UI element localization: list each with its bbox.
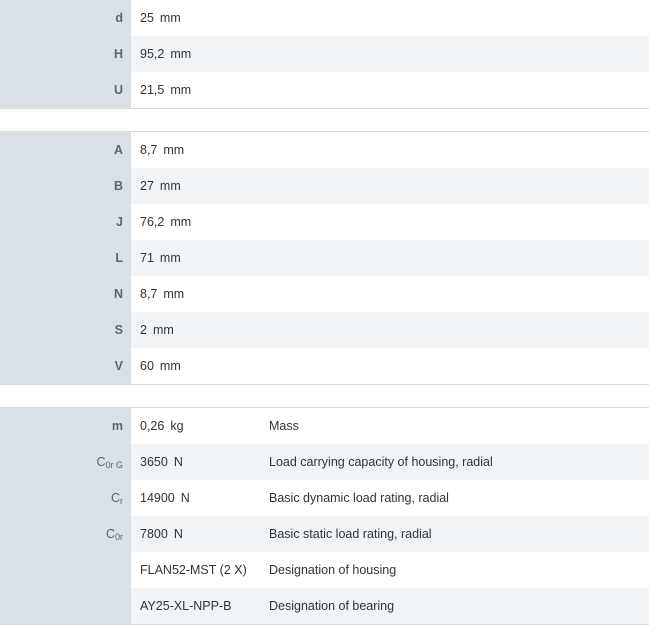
value-unit: kg [170, 419, 184, 433]
spec-symbol: L [0, 240, 131, 276]
spec-symbol: B [0, 168, 131, 204]
value-unit: mm [170, 215, 192, 229]
spec-description: Basic static load rating, radial [269, 527, 432, 541]
spec-row-H: H 95,2 mm [0, 36, 649, 72]
value-unit: N [173, 455, 183, 469]
spec-row-housing-designation: FLAN52-MST (2 X) Designation of housing [0, 552, 649, 588]
spec-symbol: Cr [0, 480, 131, 516]
specs-table: d 25 mm H 95,2 mm U 21,5 mm A 8,7 mm B 27 mm … [0, 0, 649, 625]
spec-row-A: A 8,7 mm [0, 132, 649, 168]
value-number: 7800 [140, 527, 168, 541]
symbol-main: C [96, 455, 106, 469]
spec-description: Mass [269, 419, 299, 433]
value-number: 8,7 [140, 287, 158, 301]
spec-value: 8,7 mm [131, 287, 262, 301]
symbol-subscript: 0r G [105, 460, 123, 470]
value-unit: N [180, 491, 190, 505]
spec-row-d: d 25 mm [0, 0, 649, 36]
spec-description: Designation of housing [269, 563, 397, 577]
value-number: 8,7 [140, 143, 158, 157]
value-number: 27 [140, 179, 154, 193]
spec-value: 76,2 mm [131, 215, 262, 229]
symbol-main: m [111, 419, 123, 433]
spec-value: 8,7 mm [131, 143, 262, 157]
spec-value: 21,5 mm [131, 83, 262, 97]
group-spacer [0, 385, 649, 407]
value-number: 2 [140, 323, 147, 337]
symbol-main: C [110, 491, 120, 505]
symbol-subscript: 0r [114, 532, 123, 542]
spec-row-V: V 60 mm [0, 348, 649, 385]
spec-row-S: S 2 mm [0, 312, 649, 348]
spec-symbol: V [0, 348, 131, 384]
value-unit: mm [170, 47, 192, 61]
spec-value: 3650 N [131, 455, 262, 469]
value-number: 71 [140, 251, 154, 265]
spec-symbol: d [0, 0, 131, 36]
value-unit: mm [159, 11, 181, 25]
symbol-main: C [105, 527, 115, 541]
value-unit: mm [170, 83, 192, 97]
value-unit: N [173, 527, 183, 541]
value-unit: mm [159, 179, 181, 193]
value-number: 60 [140, 359, 154, 373]
spec-symbol: H [0, 36, 131, 72]
spec-value: 71 mm [131, 251, 262, 265]
spec-symbol: A [0, 132, 131, 168]
spec-value: 2 mm [131, 323, 262, 337]
value-unit: mm [163, 143, 185, 157]
spec-value: 95,2 mm [131, 47, 262, 61]
value-number: 95,2 [140, 47, 165, 61]
value-unit: mm [159, 251, 181, 265]
symbol-subscript: r [120, 496, 123, 506]
spec-row-mass: m 0,26 kg Mass [0, 408, 649, 444]
spec-row-J: J 76,2 mm [0, 204, 649, 240]
spec-row-L: L 71 mm [0, 240, 649, 276]
spec-value: 27 mm [131, 179, 262, 193]
spec-value: 0,26 kg [131, 419, 262, 433]
spec-symbol: C 0r G [0, 444, 131, 480]
spec-value: 14900 N [131, 491, 262, 505]
spec-value: FLAN52-MST (2 X) [140, 563, 247, 577]
spec-row-N: N 8,7 mm [0, 276, 649, 312]
spec-symbol [0, 588, 131, 624]
value-unit: mm [163, 287, 185, 301]
spec-symbol: N [0, 276, 131, 312]
spec-row-U: U 21,5 mm [0, 72, 649, 109]
spec-symbol: U [0, 72, 131, 108]
spec-value: 25 mm [131, 11, 262, 25]
value-number: 3650 [140, 455, 168, 469]
spec-symbol: J [0, 204, 131, 240]
value-number: 0,26 [140, 419, 165, 433]
spec-row-B: B 27 mm [0, 168, 649, 204]
spec-symbol: m [0, 408, 131, 444]
spec-description: Basic dynamic load rating, radial [269, 491, 449, 505]
spec-value: 60 mm [131, 359, 262, 373]
value-unit: mm [159, 359, 181, 373]
value-number: 25 [140, 11, 154, 25]
spec-row-bearing-designation: AY25-XL-NPP-B Designation of bearing [0, 588, 649, 625]
dimension-group: d 25 mm H 95,2 mm U 21,5 mm [0, 0, 649, 109]
spec-symbol: C 0r [0, 516, 131, 552]
spec-row-static-rating: C 0r 7800 N Basic static load rating, radi… [0, 516, 649, 552]
value-number: 21,5 [140, 83, 165, 97]
group-spacer [0, 109, 649, 131]
value-number: 76,2 [140, 215, 165, 229]
spec-value: 7800 N [131, 527, 262, 541]
spec-symbol: S [0, 312, 131, 348]
spec-value: AY25-XL-NPP-B [140, 599, 232, 613]
ratings-group: m 0,26 kg Mass C 0r G 3650 N Load carrying … [0, 407, 649, 625]
spec-symbol [0, 552, 131, 588]
spec-description: Designation of bearing [269, 599, 395, 613]
value-number: 14900 [140, 491, 175, 505]
spec-description: Load carrying capacity of housing, radia… [269, 455, 493, 469]
mounting-dimension-group: A 8,7 mm B 27 mm J 76,2 mm L 71 mm N 8,7 mm S… [0, 131, 649, 385]
spec-row-housing-capacity: C 0r G 3650 N Load carrying capacity of ho… [0, 444, 649, 480]
spec-row-dynamic-rating: Cr 14900 N Basic dynamic load rating, rad… [0, 480, 649, 516]
value-unit: mm [152, 323, 174, 337]
